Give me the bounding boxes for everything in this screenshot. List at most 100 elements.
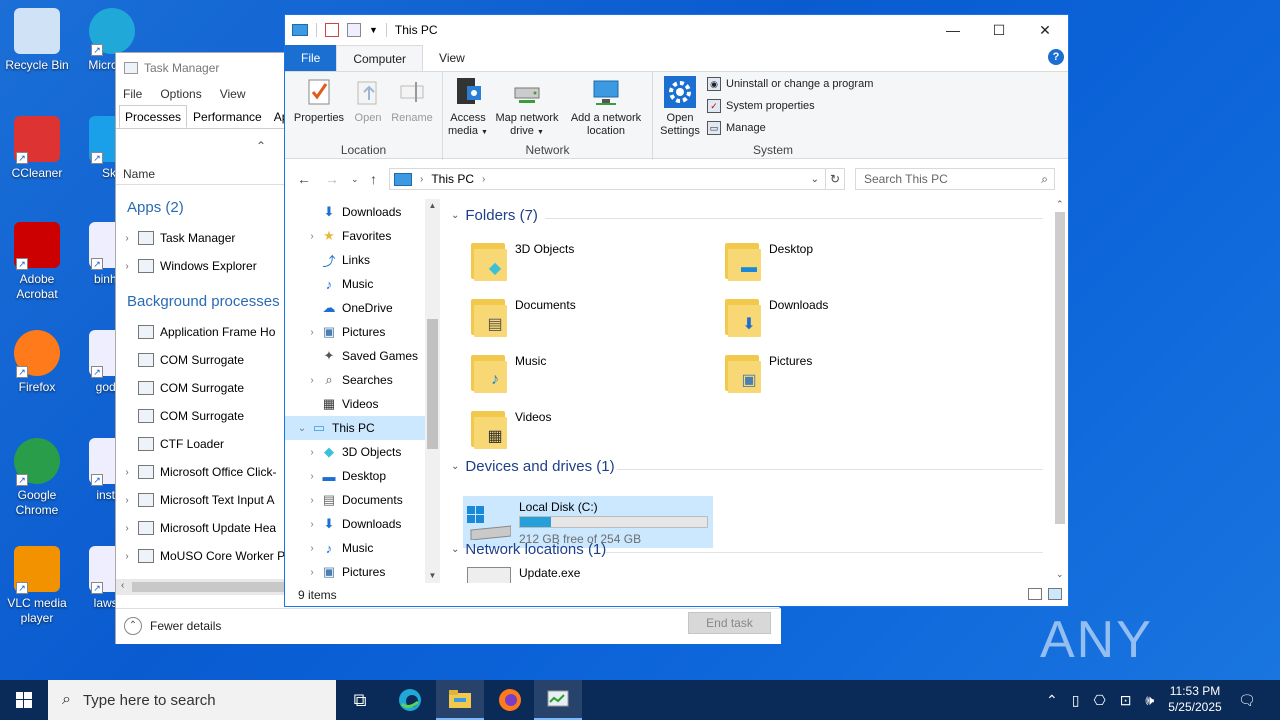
expand-chevron-icon[interactable]: ›: [303, 567, 321, 578]
network-item-update-exe[interactable]: Update.exe: [519, 566, 580, 580]
network-group-header[interactable]: ⌄ Network locations (1): [451, 541, 606, 558]
notifications-icon[interactable]: 🗨: [1238, 680, 1256, 720]
expand-chevron-icon[interactable]: ›: [303, 519, 321, 530]
nav-item[interactable]: ⌄ ▭ This PC: [285, 416, 425, 440]
rename-button[interactable]: Rename: [389, 76, 435, 125]
desktop-icon[interactable]: ↗ CCleaner: [0, 116, 74, 181]
add-network-location-button[interactable]: Add a network location: [565, 76, 647, 138]
back-arrow-icon[interactable]: ←: [297, 171, 311, 187]
content-scrollbar[interactable]: ⌃ ⌄: [1052, 199, 1068, 583]
expand-chevron-icon[interactable]: ⌄: [293, 423, 311, 434]
close-button[interactable]: ✕: [1022, 15, 1068, 45]
expand-chevron-icon[interactable]: ›: [116, 523, 138, 534]
desktop-icon[interactable]: ↗ Firefox: [0, 330, 74, 395]
show-hidden-icons-icon[interactable]: ⌃: [1046, 692, 1058, 709]
expand-chevron-icon[interactable]: ›: [303, 495, 321, 506]
expand-chevron-icon[interactable]: ›: [303, 471, 321, 482]
nav-item[interactable]: › ★ Favorites: [285, 224, 425, 248]
nav-scrollbar[interactable]: ▲ ▼: [425, 199, 440, 583]
expand-chevron-icon[interactable]: ›: [303, 447, 321, 458]
recent-locations-icon[interactable]: ⌄: [351, 174, 359, 185]
forward-arrow-icon[interactable]: →: [325, 171, 339, 187]
end-task-button[interactable]: End task: [688, 612, 771, 634]
process-row[interactable]: COM Surrogate: [116, 346, 286, 374]
tablet-icon[interactable]: ▯: [1072, 692, 1080, 709]
menu-options[interactable]: Options: [160, 87, 201, 101]
details-view-icon[interactable]: [1028, 588, 1042, 600]
process-row[interactable]: › Microsoft Update Hea: [116, 514, 286, 542]
scroll-up-icon[interactable]: ⌃: [1056, 199, 1064, 210]
up-arrow-icon[interactable]: ↑: [370, 171, 377, 187]
process-row[interactable]: › Microsoft Text Input A: [116, 486, 286, 514]
nav-item[interactable]: ⬇ Downloads: [285, 200, 425, 224]
nav-item[interactable]: ▦ Videos: [285, 392, 425, 416]
nav-item[interactable]: › ⌕ Searches: [285, 368, 425, 392]
taskbar-search-input[interactable]: ⌕ Type here to search: [48, 680, 336, 720]
expand-chevron-icon[interactable]: ›: [116, 261, 138, 272]
folders-group-header[interactable]: ⌄ Folders (7): [451, 207, 538, 224]
nav-item[interactable]: ♪ Music: [285, 272, 425, 296]
open-settings-button[interactable]: Open Settings: [655, 76, 705, 138]
process-row[interactable]: COM Surrogate: [116, 402, 286, 430]
tab-file[interactable]: File: [285, 45, 337, 71]
manage-button[interactable]: ▭ Manage: [707, 118, 766, 138]
search-input[interactable]: Search This PC ⌕: [855, 168, 1055, 190]
nav-item[interactable]: ✦ Saved Games: [285, 344, 425, 368]
tab-processes[interactable]: Processes: [119, 105, 188, 128]
process-row[interactable]: › Task Manager: [116, 224, 286, 252]
maximize-button[interactable]: ☐: [976, 15, 1022, 45]
volume-icon[interactable]: 🕪: [1145, 692, 1154, 709]
menu-view[interactable]: View: [220, 87, 246, 101]
folder-tile[interactable]: ▣ Pictures: [721, 351, 961, 405]
scroll-left-icon[interactable]: ‹: [121, 580, 124, 591]
expand-chevron-icon[interactable]: ›: [303, 375, 321, 386]
scroll-up-icon[interactable]: ▲: [425, 201, 440, 210]
address-bar[interactable]: › This PC › ⌄: [389, 168, 826, 190]
network-icon[interactable]: ⊡: [1120, 692, 1132, 709]
meet-now-icon[interactable]: ⎔: [1093, 692, 1105, 709]
edge-icon[interactable]: [386, 680, 434, 720]
collapse-chevron-icon[interactable]: ⌃: [256, 139, 266, 153]
tab-computer[interactable]: Computer: [336, 45, 424, 71]
breadcrumb-this-pc[interactable]: This PC: [431, 172, 474, 186]
properties-quick-icon[interactable]: [325, 23, 339, 37]
clock[interactable]: 11:53 PM 5/25/2025: [1160, 683, 1230, 715]
task-manager-taskbar-icon[interactable]: [534, 680, 582, 720]
folder-tile[interactable]: ⬇ Downloads: [721, 295, 961, 349]
process-row[interactable]: › Windows Explorer: [116, 252, 286, 280]
nav-item[interactable]: › ▣ Pictures: [285, 560, 425, 583]
nav-item[interactable]: › ▣ Pictures: [285, 320, 425, 344]
access-media-button[interactable]: Access media ▼: [447, 76, 489, 139]
expand-chevron-icon[interactable]: ›: [116, 495, 138, 506]
nav-item[interactable]: ☁ OneDrive: [285, 296, 425, 320]
start-button[interactable]: [0, 680, 48, 720]
column-name-header[interactable]: Name: [116, 163, 286, 185]
desktop-icon[interactable]: ↗ Adobe Acrobat: [0, 222, 74, 302]
address-dropdown-icon[interactable]: ⌄: [811, 174, 819, 185]
system-properties-button[interactable]: ✓ System properties: [707, 96, 815, 116]
quick-access-dropdown-icon[interactable]: ▼: [369, 25, 378, 35]
firefox-icon[interactable]: [486, 680, 534, 720]
desktop-icon[interactable]: ↗ VLC media player: [0, 546, 74, 626]
process-row[interactable]: › Microsoft Office Click-: [116, 458, 286, 486]
refresh-button[interactable]: ↻: [825, 168, 845, 190]
folder-tile[interactable]: ▬ Desktop: [721, 239, 961, 293]
nav-scroll-thumb[interactable]: [427, 319, 438, 449]
folder-tile[interactable]: ▦ Videos: [467, 407, 707, 461]
expand-chevron-icon[interactable]: ›: [303, 231, 321, 242]
nav-item[interactable]: ⤴ Links: [285, 248, 425, 272]
scroll-down-icon[interactable]: ⌄: [1056, 569, 1064, 580]
desktop-icon[interactable]: ↗ Google Chrome: [0, 438, 74, 518]
nav-item[interactable]: › ▤ Documents: [285, 488, 425, 512]
process-row[interactable]: Application Frame Ho: [116, 318, 286, 346]
expand-chevron-icon[interactable]: ›: [116, 233, 138, 244]
properties-button[interactable]: Properties: [291, 76, 347, 125]
scroll-down-icon[interactable]: ▼: [425, 571, 440, 580]
uninstall-program-button[interactable]: ◉ Uninstall or change a program: [707, 74, 873, 94]
tab-view[interactable]: View: [423, 45, 481, 71]
minimize-button[interactable]: —: [930, 15, 976, 45]
file-explorer-icon[interactable]: [436, 680, 484, 720]
fewer-details-button[interactable]: ⌃ Fewer details: [124, 617, 221, 635]
menu-file[interactable]: File: [123, 87, 142, 101]
scrollbar-thumb[interactable]: [132, 582, 286, 592]
